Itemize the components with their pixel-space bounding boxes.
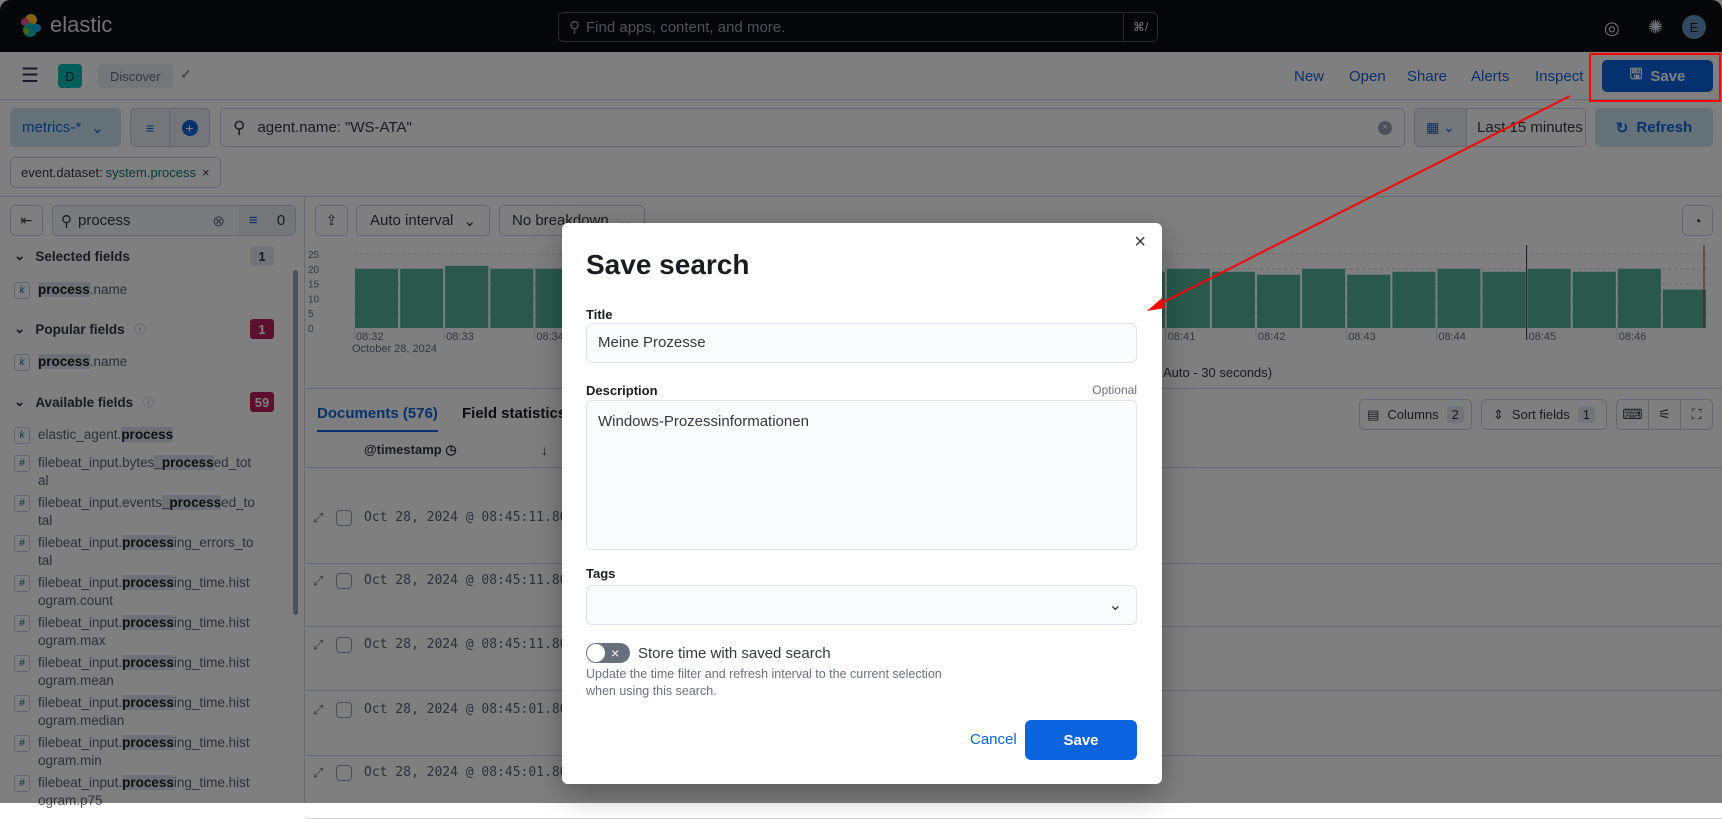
cancel-button[interactable]: Cancel (970, 731, 1017, 748)
save-search-modal: × Save search Title Meine Prozesse Descr… (562, 223, 1162, 784)
confirm-save-button[interactable]: Save (1025, 720, 1137, 760)
description-label: Description (586, 383, 658, 398)
tags-label: Tags (586, 566, 616, 581)
toggle-label: Store time with saved search (638, 644, 831, 662)
chevron-down-icon: ⌄ (1108, 597, 1122, 614)
help-line: when using this search. (586, 684, 717, 698)
modal-title: Save search (586, 249, 750, 280)
help-line: Update the time filter and refresh inter… (586, 667, 942, 681)
toggle-help: Update the time filter and refresh inter… (586, 666, 942, 700)
tags-select[interactable]: ⌄ (586, 585, 1137, 625)
close-icon[interactable]: × (1134, 231, 1146, 254)
title-input[interactable]: Meine Prozesse (586, 323, 1137, 363)
optional-label: Optional (1092, 383, 1137, 397)
title-label: Title (586, 307, 613, 322)
description-textarea[interactable]: Windows-Prozessinformationen (586, 400, 1137, 550)
toggle-switch[interactable]: × (586, 643, 630, 663)
store-time-toggle[interactable]: × Store time with saved search (586, 643, 831, 663)
